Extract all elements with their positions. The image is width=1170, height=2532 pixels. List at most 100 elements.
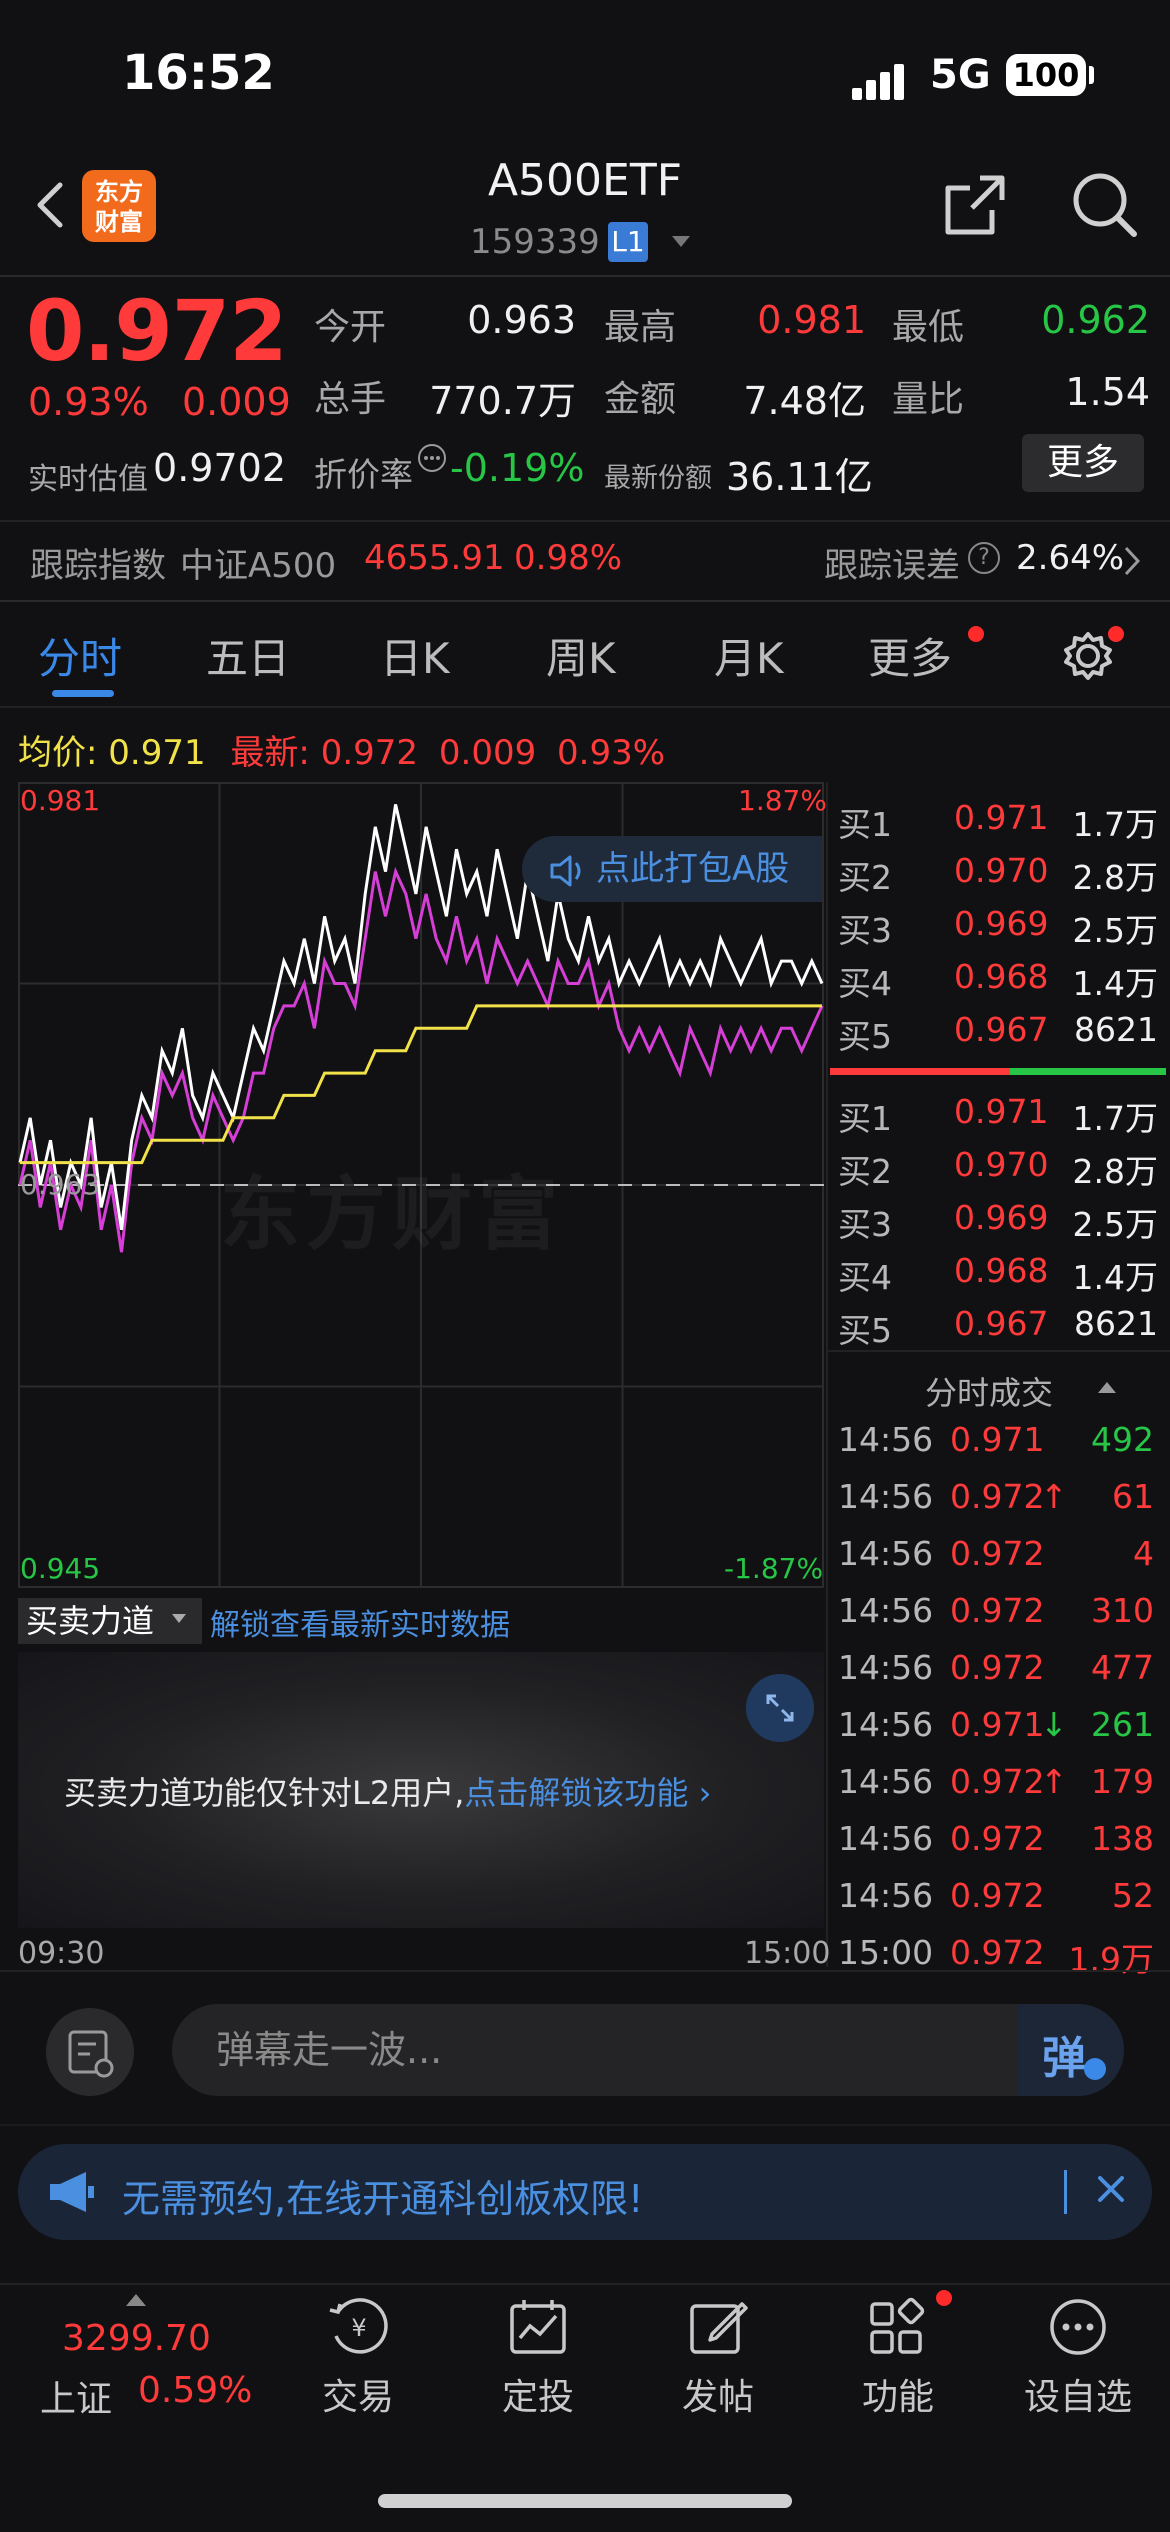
ask-row-4[interactable]: 买2 0.970 2.8万 (838, 851, 1158, 897)
force-chevron-icon[interactable]: › (688, 1774, 712, 1812)
functions-icon[interactable] (866, 2296, 930, 2358)
ratio-label: 量比 (892, 379, 965, 420)
estimate-label: 实时估值 (28, 462, 148, 497)
low-label: 最低 (892, 307, 965, 348)
ask-row-5[interactable]: 买1 0.971 1.7万 (838, 798, 1158, 844)
tick-volume: 61 (1112, 1477, 1154, 1516)
nav-functions[interactable]: 功能 (808, 2368, 988, 2420)
chevron-right-icon[interactable] (1120, 544, 1144, 578)
nav-post[interactable]: 发帖 (628, 2368, 808, 2420)
bid-row-5[interactable]: 买5 0.967 8621 (838, 1304, 1158, 1350)
force-unlock-link[interactable]: 解锁查看最新实时数据 (210, 1600, 510, 1644)
tick-price: 0.972 (950, 1477, 1045, 1516)
tick-volume: 179 (1091, 1762, 1154, 1801)
tick-time: 14:56 (838, 1420, 934, 1459)
index-value[interactable]: 3299.70 (62, 2318, 211, 2359)
close-icon[interactable] (1086, 2164, 1136, 2214)
tab-intraday[interactable]: 分时 (38, 625, 122, 686)
bid-row-2[interactable]: 买2 0.970 2.8万 (838, 1145, 1158, 1191)
nav-divider (0, 2283, 1170, 2285)
index-pct[interactable]: 0.59% (138, 2370, 252, 2411)
stock-code[interactable]: 159339 (470, 222, 600, 262)
bid-row-3[interactable]: 买3 0.969 2.5万 (838, 1198, 1158, 1244)
level-badge[interactable]: L1 (608, 222, 648, 262)
nav-trade[interactable]: 交易 (268, 2368, 448, 2420)
chart-watermark: 东方财富 (220, 1168, 564, 1261)
orderbook-divider (826, 782, 828, 1967)
tracking-index[interactable]: 中证A500 (180, 538, 336, 587)
more-dots-icon[interactable] (1046, 2296, 1110, 2358)
check-badge-icon (1084, 2058, 1106, 2080)
force-unlock-button[interactable]: 点击解锁该功能 (464, 1774, 688, 1812)
latest-change: 0.009 (438, 733, 537, 773)
ticks-sort-icon[interactable] (1098, 1382, 1116, 1393)
tab-more[interactable]: 更多 (868, 625, 952, 686)
bid-row-3-label: 买3 (838, 1205, 892, 1244)
code-dropdown-icon[interactable] (672, 236, 690, 247)
invest-plan-icon[interactable] (506, 2298, 570, 2358)
index-expand-icon[interactable] (126, 2294, 146, 2306)
chart-prev-close-label: 0.963 (20, 1168, 101, 1201)
ask-row-1-label: 买5 (838, 1017, 892, 1056)
ask-row-3-price: 0.969 (954, 904, 1049, 943)
share-icon[interactable] (940, 170, 1010, 240)
tick-volume: 477 (1091, 1648, 1154, 1687)
premium-value: -0.19% (450, 446, 585, 490)
bid-row-4-price: 0.968 (954, 1251, 1049, 1290)
banner-text[interactable]: 无需预约,在线开通科创板权限! (122, 2168, 643, 2223)
low-value: 0.962 (1041, 298, 1150, 342)
avg-value: 0.971 (108, 733, 206, 773)
more-button[interactable]: 更多 (1022, 434, 1144, 492)
estimate-value: 0.9702 (153, 446, 286, 490)
force-message: 买卖力道功能仅针对L2用户,点击解锁该功能 › (64, 1768, 711, 1814)
pack-a-share-button[interactable]: 点此打包A股 (522, 836, 822, 902)
tick-arrow: ↑ (1040, 1477, 1068, 1516)
tick-row: 14:56 0.972 310 (838, 1591, 1154, 1635)
tab-daily-k[interactable]: 日K (380, 625, 450, 686)
danmaku-send-button[interactable]: 弹 (1018, 2004, 1124, 2096)
tab-five-day[interactable]: 五日 (206, 625, 290, 686)
tab-weekly-k[interactable]: 周K (546, 625, 616, 686)
index-name[interactable]: 上证 (40, 2370, 112, 2422)
tick-time: 14:56 (838, 1648, 934, 1687)
banner-separator (1064, 2170, 1067, 2214)
battery-icon: 100 (1006, 54, 1086, 96)
tab-monthly-k[interactable]: 月K (714, 625, 784, 686)
tick-time: 14:56 (838, 1705, 934, 1744)
ask-row-1[interactable]: 买5 0.967 8621 (838, 1010, 1158, 1056)
info-icon[interactable] (416, 442, 448, 474)
comment-divider (0, 2124, 1170, 2126)
search-icon[interactable] (1070, 170, 1140, 240)
tick-row: 14:56 0.972 52 (838, 1876, 1154, 1920)
nav-add-watchlist[interactable]: 设自选 (988, 2368, 1168, 2420)
quote-divider (0, 520, 1170, 522)
help-icon[interactable]: ? (968, 542, 1000, 574)
tick-volume: 261 (1091, 1705, 1154, 1744)
tick-row: 14:56 0.972 138 (838, 1819, 1154, 1863)
post-icon[interactable] (686, 2296, 750, 2358)
home-indicator[interactable] (378, 2494, 792, 2508)
tick-time: 15:00 (838, 1933, 934, 1972)
settings-badge (1108, 626, 1124, 642)
bid-row-1-price: 0.971 (954, 1092, 1049, 1131)
volume-value: 770.7万 (429, 379, 576, 423)
tick-price: 0.972 (950, 1648, 1045, 1687)
bid-row-1[interactable]: 买1 0.971 1.7万 (838, 1092, 1158, 1138)
orderbook-bottom-divider (826, 1350, 1170, 1352)
megaphone-icon (50, 2172, 94, 2212)
ask-row-3[interactable]: 买3 0.969 2.5万 (838, 904, 1158, 950)
comment-input[interactable]: 弹幕走一波... (172, 2004, 1124, 2096)
force-dropdown-icon[interactable] (172, 1614, 186, 1623)
chart-top-pct: 1.87% (738, 784, 827, 817)
tick-volume: 52 (1112, 1876, 1154, 1915)
orderbook-sell-bar (830, 1068, 1010, 1075)
latest-pct: 0.93% (557, 733, 666, 773)
expand-icon[interactable] (746, 1674, 814, 1742)
ask-row-2[interactable]: 买4 0.968 1.4万 (838, 957, 1158, 1003)
trade-icon[interactable]: ¥ (326, 2296, 392, 2358)
comment-settings-icon[interactable] (46, 2008, 134, 2096)
ask-row-2-label: 买4 (838, 964, 892, 1003)
ticks-title[interactable]: 分时成交 (925, 1368, 1053, 1414)
bid-row-4[interactable]: 买4 0.968 1.4万 (838, 1251, 1158, 1297)
nav-invest-plan[interactable]: 定投 (448, 2368, 628, 2420)
